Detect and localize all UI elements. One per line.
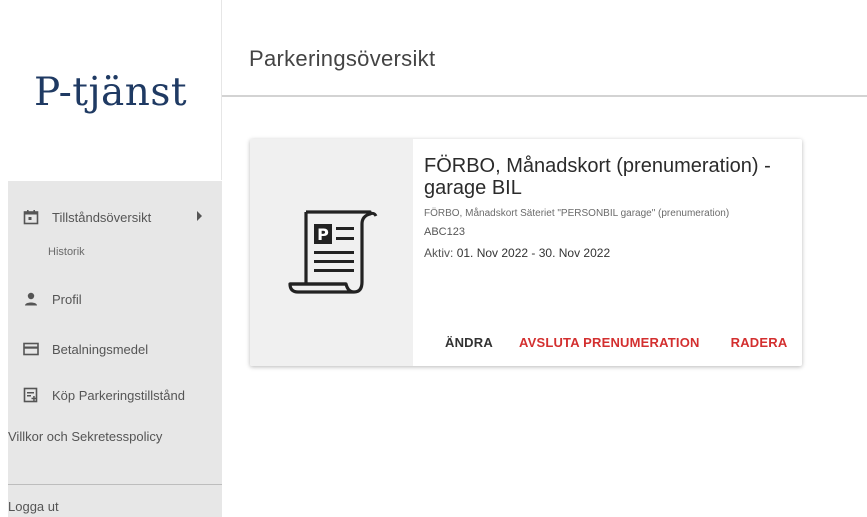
person-icon bbox=[20, 288, 42, 310]
sidebar-item-label: Tillståndsöversikt bbox=[52, 209, 152, 225]
chevron-right-icon bbox=[197, 211, 202, 221]
page-title: Parkeringsöversikt bbox=[249, 46, 436, 71]
parking-ticket-icon: P bbox=[284, 204, 380, 301]
sidebar-item-logout[interactable]: Logga ut bbox=[8, 499, 59, 514]
sidebar-item-label: Köp Parkeringstillstånd bbox=[52, 387, 185, 403]
sidebar-item-label: Betalningsmedel bbox=[52, 341, 149, 357]
sidebar-border bbox=[221, 0, 222, 180]
header-divider bbox=[222, 95, 867, 97]
edit-button[interactable]: ÄNDRA bbox=[445, 335, 493, 350]
active-period: Aktiv: 01. Nov 2022 - 30. Nov 2022 bbox=[424, 246, 788, 260]
sidebar-item-history[interactable]: Historik bbox=[48, 246, 85, 258]
sidebar: P-tjänst Tillståndsöversikt Historik Pro… bbox=[0, 0, 222, 517]
svg-text:P: P bbox=[317, 225, 329, 244]
sidebar-item-buy-permit[interactable]: Köp Parkeringstillstånd bbox=[8, 377, 222, 413]
active-dates: 01. Nov 2022 - 30. Nov 2022 bbox=[456, 246, 611, 260]
app-logo[interactable]: P-tjänst bbox=[34, 70, 187, 115]
permit-card-body: FÖRBO, Månadskort (prenumeration) - gara… bbox=[424, 155, 788, 260]
permit-card-actions: ÄNDRA AVSLUTA PRENUMERATION RADERA bbox=[424, 335, 787, 350]
sidebar-item-payment-methods[interactable]: Betalningsmedel bbox=[8, 331, 222, 367]
end-subscription-button[interactable]: AVSLUTA PRENUMERATION bbox=[519, 335, 700, 350]
sidebar-item-terms-privacy[interactable]: Villkor och Sekretesspolicy bbox=[8, 429, 162, 444]
license-plate: ABC123 bbox=[424, 226, 465, 238]
permit-subtitle: FÖRBO, Månadskort Säteriet "PERSONBIL ga… bbox=[424, 208, 730, 219]
calendar-icon bbox=[20, 206, 42, 228]
credit-card-icon bbox=[20, 338, 42, 360]
delete-button[interactable]: RADERA bbox=[731, 335, 788, 350]
sidebar-item-profile[interactable]: Profil bbox=[8, 281, 222, 317]
add-document-icon bbox=[20, 384, 42, 406]
sidebar-item-label: Profil bbox=[52, 291, 82, 307]
permit-card-media: P bbox=[250, 139, 413, 366]
sidebar-item-permit-overview[interactable]: Tillståndsöversikt bbox=[8, 199, 222, 235]
active-label: Aktiv: bbox=[424, 246, 454, 260]
sidebar-divider bbox=[8, 484, 222, 485]
sidebar-nav: Tillståndsöversikt Historik Profil Betal… bbox=[8, 181, 222, 517]
permit-title: FÖRBO, Månadskort (prenumeration) - gara… bbox=[424, 155, 771, 199]
permit-card: P FÖRBO, Månadskort (prenumeration) - ga… bbox=[250, 139, 802, 366]
